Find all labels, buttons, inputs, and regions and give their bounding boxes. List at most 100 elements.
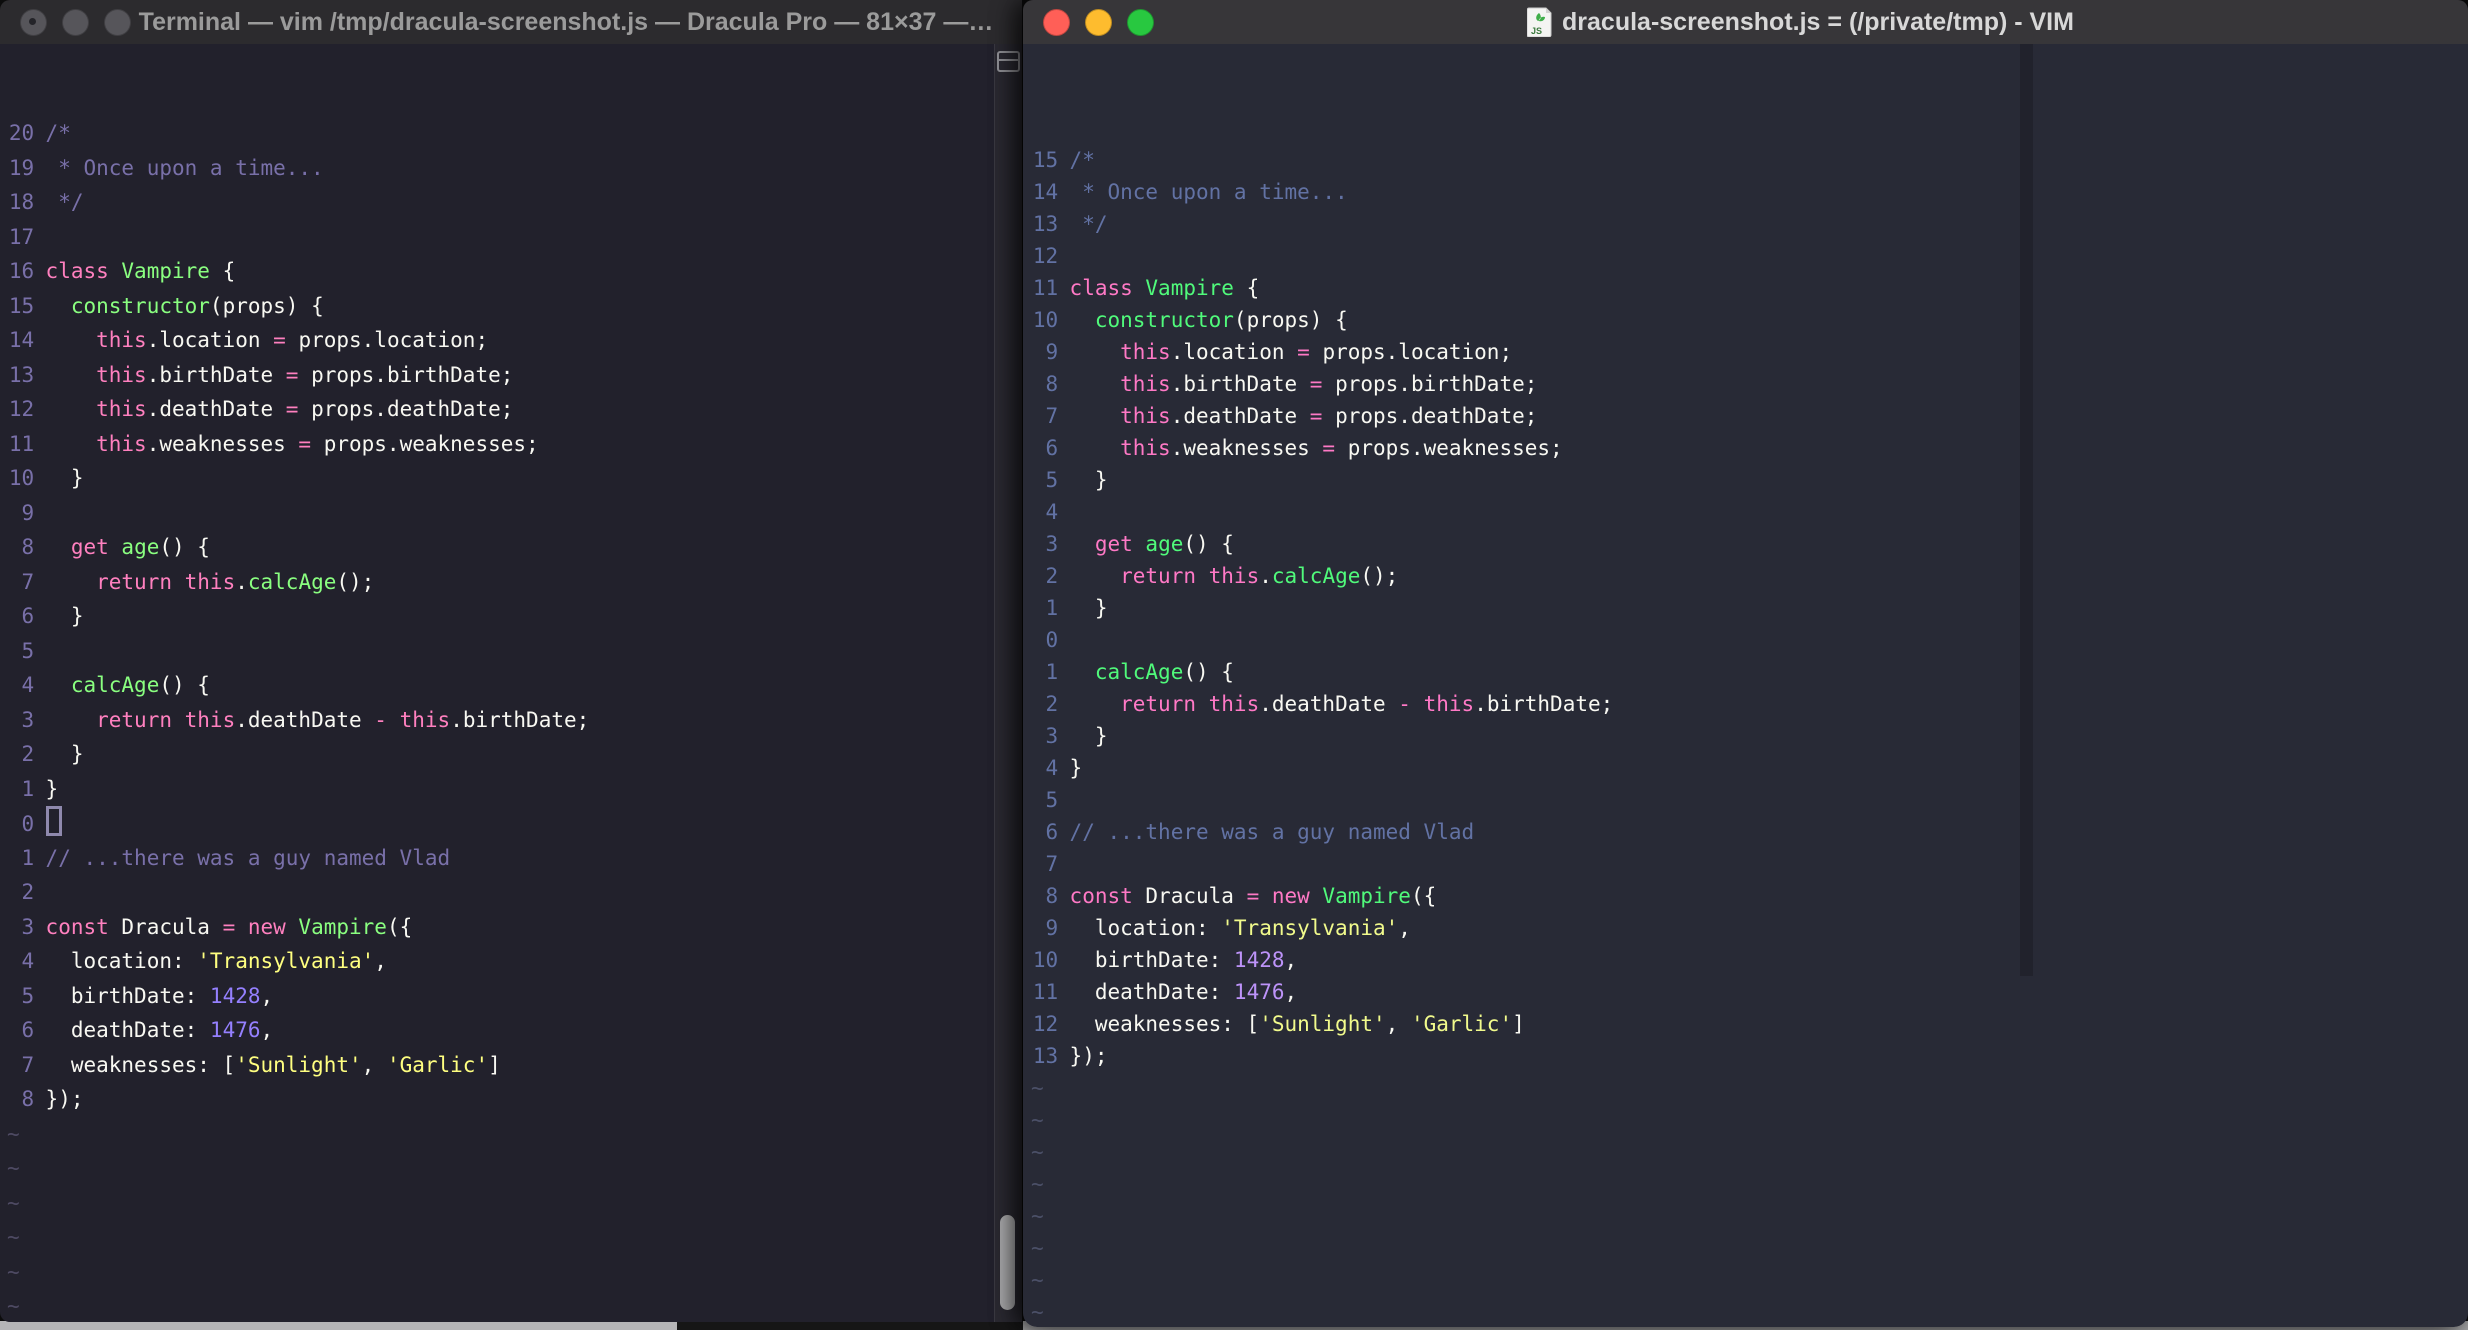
editor-content[interactable]: 15/* 14 * Once upon a time... 13 */ 12 11 cla…	[1023, 44, 2468, 1327]
code-row: 11 this.weaknesses = props.weaknesses;	[7, 427, 1022, 462]
line-number: 10	[8, 466, 35, 490]
terminal-titlebar[interactable]: Terminal — vim /tmp/dracula-screenshot.j…	[0, 0, 1022, 45]
code-row: 7 weaknesses: ['Sunlight', 'Garlic']	[7, 1048, 1022, 1083]
window-title: Terminal — vim /tmp/dracula-screenshot.j…	[138, 7, 994, 36]
tilde-row: ~	[7, 1225, 20, 1249]
terminal-content[interactable]: 20/* 19 * Once upon a time... 18 */17 16 cla…	[0, 44, 1022, 1322]
line-number: 17	[8, 224, 35, 249]
tilde-row: ~	[1031, 1140, 1044, 1164]
macvim-titlebar[interactable]: JS dracula-screenshot.js = (/private/tmp…	[1023, 0, 2468, 45]
tilde-row: ~	[7, 1259, 20, 1284]
tilde-row: ~	[1031, 1076, 1044, 1100]
code-row: 13});	[1031, 1040, 2468, 1072]
tilde-row: ~	[7, 1156, 20, 1180]
line-number: 20	[8, 121, 35, 145]
vim-cursor	[45, 806, 62, 836]
line-number: 7	[21, 569, 35, 594]
line-number: 8	[1045, 372, 1059, 396]
desktop-dark-segment	[677, 1321, 1023, 1330]
code-row: 5 }	[1031, 464, 2468, 496]
code-row: 13 this.birthDate = props.birthDate;	[7, 358, 1022, 393]
code-row: 0	[1031, 624, 2468, 656]
line-number: 3	[1045, 532, 1059, 556]
tilde-row: ~	[1031, 1172, 1044, 1196]
code-row: 4 location: 'Transylvania',	[7, 944, 1022, 979]
line-number: 7	[1045, 404, 1059, 428]
code-row: 12 this.deathDate = props.deathDate;	[7, 392, 1022, 427]
code-row: 13 */	[1031, 208, 2468, 240]
line-number: 18	[8, 190, 35, 214]
split-pane-icon[interactable]	[997, 51, 1020, 72]
code-row: 20/*	[7, 116, 1022, 151]
line-number: 14	[1032, 180, 1059, 204]
code-row: 15/*	[1031, 144, 2468, 176]
code-row: 1 calcAge() {	[1031, 656, 2468, 688]
code-row: 4	[1031, 496, 2468, 528]
zoom-button-icon[interactable]	[104, 8, 131, 36]
zoom-button-icon[interactable]	[1127, 8, 1154, 36]
code-row: 8 this.birthDate = props.birthDate;	[1031, 368, 2468, 400]
code-row: 5	[7, 634, 1022, 669]
code-row: 6 deathDate: 1476,	[7, 1013, 1022, 1048]
tilde-row: ~	[1031, 1108, 1044, 1132]
tilde-row: ~	[7, 1190, 20, 1215]
line-number: 3	[21, 914, 35, 939]
line-number: 11	[8, 431, 35, 456]
code-row: 10 constructor(props) {	[1031, 304, 2468, 336]
close-button-icon[interactable]	[20, 8, 47, 36]
code-row: 1 }	[1031, 592, 2468, 624]
line-number: 8	[21, 535, 35, 559]
code-row: 0	[7, 806, 1022, 841]
code-row: 5 birthDate: 1428,	[7, 979, 1022, 1014]
line-number: 12	[8, 397, 35, 421]
line-number: 7	[1045, 852, 1059, 876]
line-number: 5	[1045, 788, 1059, 812]
code-row: 3 }	[1031, 720, 2468, 752]
line-number: 8	[1045, 884, 1059, 908]
line-number: 1	[21, 845, 35, 870]
close-button-icon[interactable]	[1043, 8, 1070, 36]
minimize-button-icon[interactable]	[62, 8, 89, 36]
code-row: 17	[7, 220, 1022, 255]
code-row: 11 class Vampire {	[1031, 272, 2468, 304]
code-row: 2 }	[7, 737, 1022, 772]
tilde-row: ~	[1031, 1268, 1044, 1292]
macvim-window: JS dracula-screenshot.js = (/private/tmp…	[1023, 0, 2468, 1327]
line-number: 3	[1045, 724, 1059, 748]
line-number: 12	[1032, 1012, 1059, 1036]
tilde-row: ~	[7, 1121, 20, 1146]
line-number: 9	[1045, 916, 1059, 940]
line-number: 2	[1045, 692, 1059, 716]
minimize-button-icon[interactable]	[1085, 8, 1112, 36]
line-number: 15	[8, 293, 35, 318]
line-number: 13	[1032, 212, 1059, 236]
line-number: 6	[1045, 436, 1059, 460]
code-row: 14 * Once upon a time...	[1031, 176, 2468, 208]
line-number: 6	[21, 1018, 35, 1042]
code-row: 4 calcAge() {	[7, 668, 1022, 703]
code-row: 7 return this.calcAge();	[7, 565, 1022, 600]
line-number: 0	[1045, 628, 1059, 652]
code-row: 11 deathDate: 1476,	[1031, 976, 2468, 1008]
code-row: 7	[1031, 848, 2468, 880]
tilde-row: ~	[1031, 1236, 1044, 1260]
code-row: 9	[7, 496, 1022, 531]
tilde-row: ~	[7, 1294, 20, 1318]
tilde-row: ~	[1031, 1204, 1044, 1228]
tilde-row: ~	[1031, 1300, 1044, 1324]
code-row: 18 */	[7, 185, 1022, 220]
code-row: 15 constructor(props) {	[7, 289, 1022, 324]
scrollbar-track[interactable]	[994, 44, 1022, 1322]
code-row: 2	[7, 875, 1022, 910]
line-number: 15	[1032, 148, 1059, 172]
traffic-lights	[1043, 8, 1154, 36]
code-row: 3 const Dracula = new Vampire({	[7, 910, 1022, 945]
code-row: 9 this.location = props.location;	[1031, 336, 2468, 368]
scrollbar-thumb[interactable]	[1000, 1215, 1015, 1310]
window-title: dracula-screenshot.js = (/private/tmp) -…	[1562, 7, 2074, 36]
code-row: 14 this.location = props.location;	[7, 323, 1022, 358]
line-number: 3	[21, 707, 35, 732]
line-number: 4	[21, 673, 35, 697]
line-number: 8	[21, 1087, 35, 1111]
line-number: 16	[8, 259, 35, 283]
